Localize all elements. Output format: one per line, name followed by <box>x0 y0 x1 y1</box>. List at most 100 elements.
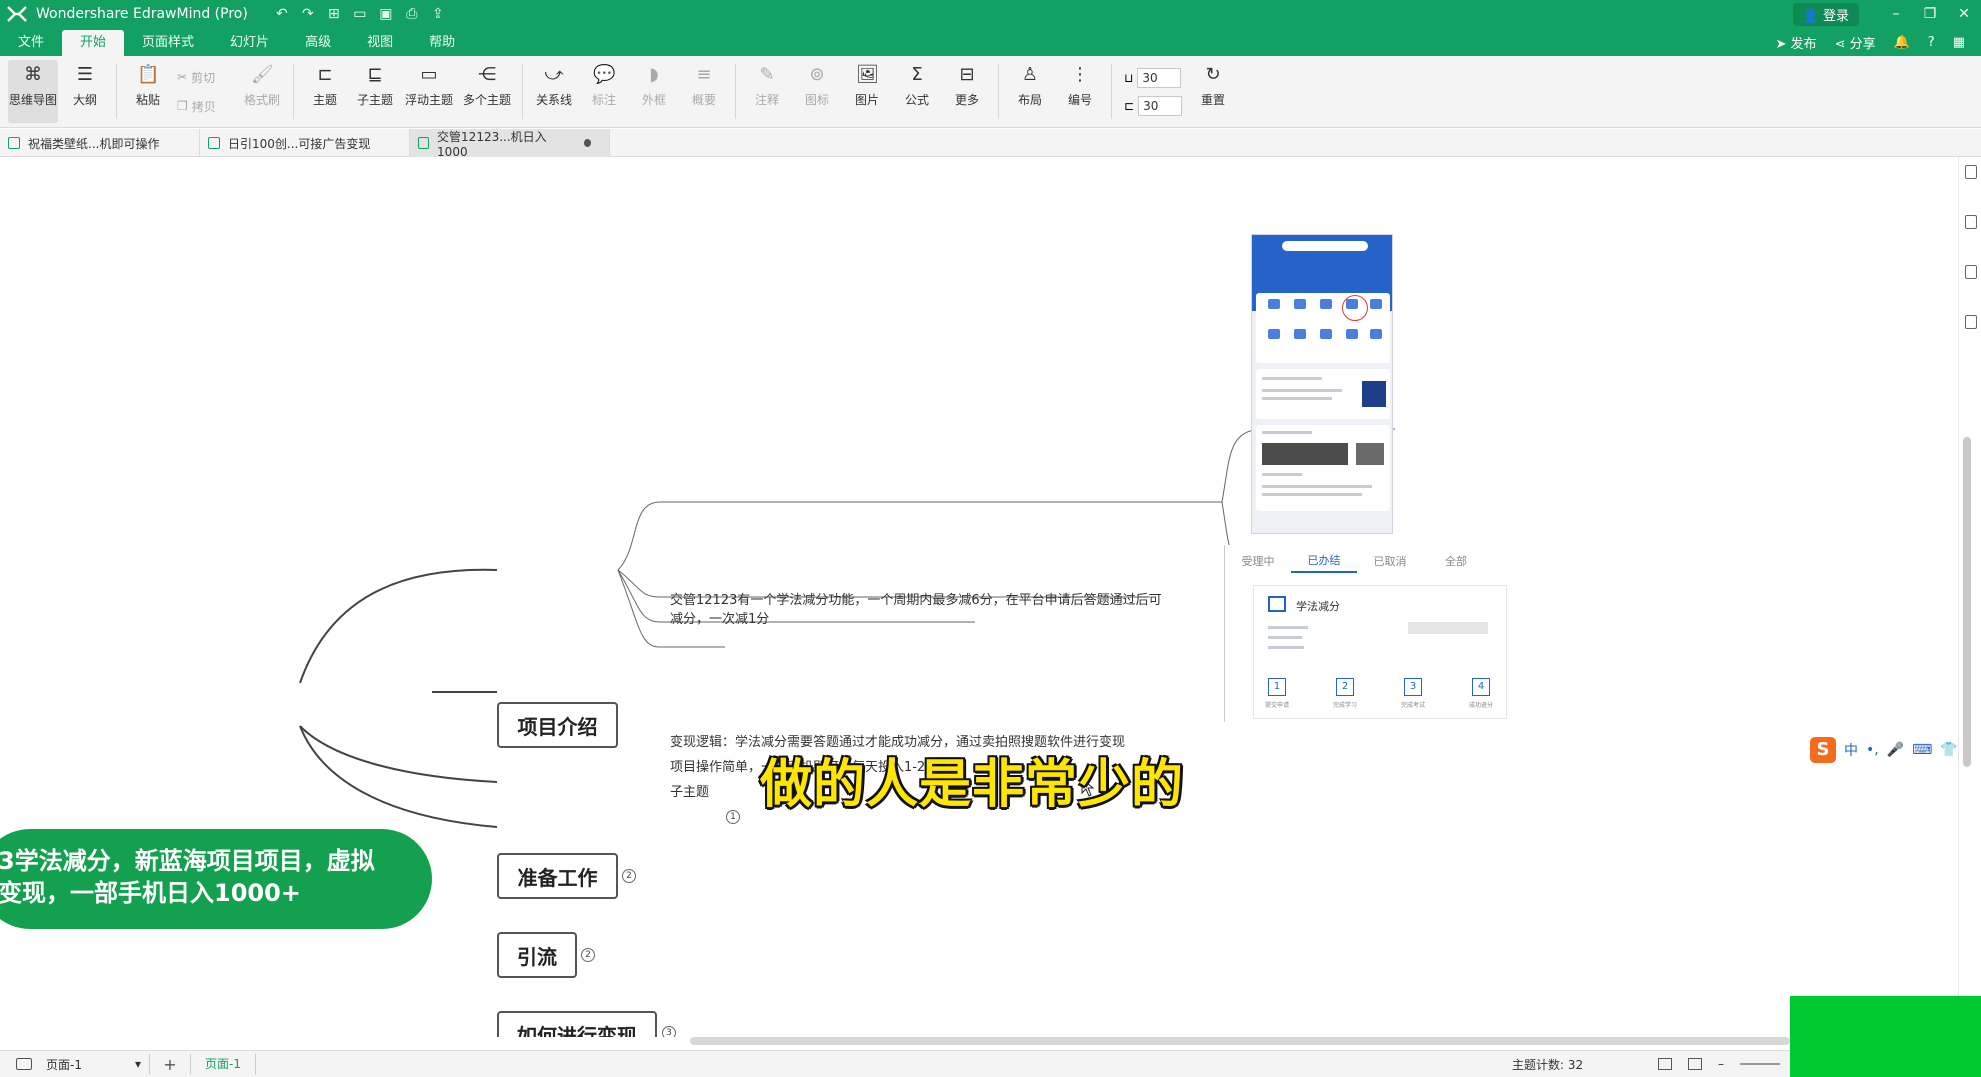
save-icon[interactable]: ▣ <box>378 6 394 22</box>
menu-tab-file[interactable]: 文件 <box>0 30 62 56</box>
subtopic-intro-description[interactable]: 交管12123有一个学法减分功能，一个周期内最多减6分，在平台申请后答题通过后可… <box>670 591 1210 629</box>
topic-traffic[interactable]: 引流 <box>497 932 577 978</box>
maximize-button[interactable]: ❐ <box>1913 6 1947 22</box>
boundary-button[interactable]: ◗ 外框 <box>629 56 679 127</box>
minimize-button[interactable]: – <box>1879 6 1913 22</box>
note-label: 注释 <box>754 93 779 107</box>
help-icon[interactable]: ? <box>1928 35 1935 50</box>
app-panel-screenshot-image[interactable]: 受理中 已办结 已取消 全部 学法减分 1 2 3 4 提交申请 完成学习 完成… <box>1224 545 1514 722</box>
bell-icon[interactable]: 🔔 <box>1894 35 1910 50</box>
zoom-slider[interactable] <box>1740 1063 1780 1065</box>
collapse-count-badge[interactable]: 2 <box>622 869 636 883</box>
service-icon <box>1370 299 1382 309</box>
central-topic[interactable]: 3学法减分，新蓝海项目项目，虚拟 变现，一部手机日入1000+ <box>0 829 432 929</box>
login-button[interactable]: 👤 登录 <box>1792 2 1859 26</box>
keyboard-icon[interactable]: ⌨ <box>1912 742 1932 758</box>
add-page-button[interactable]: + <box>150 1055 190 1074</box>
menu-tab-help[interactable]: 帮助 <box>411 30 473 56</box>
skin-icon[interactable]: 👕 <box>1940 742 1957 758</box>
subtopic-placeholder[interactable]: 子主题 <box>670 783 709 802</box>
export-icon[interactable]: ⇪ <box>430 6 446 22</box>
menu-tab-advanced[interactable]: 高级 <box>287 30 349 56</box>
outline-panel-icon[interactable] <box>1965 265 1977 279</box>
paste-button[interactable]: 📋 粘贴 <box>123 56 173 127</box>
vertical-spacing-input[interactable]: 30 <box>1138 95 1183 116</box>
ime-toolbar[interactable]: S 中 •, 🎤 ⌨ 👕 <box>1810 736 1960 764</box>
topic-preparation[interactable]: 准备工作 <box>497 853 618 899</box>
punctuation-icon[interactable]: •, <box>1866 742 1879 758</box>
clipboard-icon: 📋 <box>137 64 160 85</box>
share-button[interactable]: ⋖ 分享 <box>1835 33 1876 52</box>
page-tab[interactable]: 页面-1 <box>190 1054 256 1074</box>
reset-button[interactable]: ↻ 重置 <box>1188 56 1238 127</box>
panel-toggle-icon[interactable] <box>1965 165 1977 179</box>
ime-mode-label[interactable]: 中 <box>1844 740 1858 760</box>
menu-tab-slides[interactable]: 幻灯片 <box>212 30 287 56</box>
multiple-topics-label: 多个主题 <box>462 93 511 107</box>
new-file-icon[interactable]: ⊞ <box>326 6 342 22</box>
open-folder-icon[interactable]: ▭ <box>352 6 368 22</box>
doc-tab-2[interactable]: 日引100创...可接广告变现 <box>200 129 410 157</box>
ribbon-divider <box>998 64 999 119</box>
page-selector[interactable]: 页面-1 ▾ <box>40 1054 150 1074</box>
collapse-count-badge[interactable]: 2 <box>581 948 595 962</box>
publish-button[interactable]: ➤ 发布 <box>1776 33 1817 52</box>
callout-button[interactable]: 💬 标注 <box>579 56 629 127</box>
layout-button[interactable]: ♙ 布局 <box>1005 56 1055 127</box>
picture-button[interactable]: 🖼 图片 <box>842 56 892 127</box>
formula-button[interactable]: Σ 公式 <box>892 56 942 127</box>
horizontal-scrollbar[interactable] <box>690 1037 1790 1045</box>
mindmap-file-icon <box>208 137 220 149</box>
topic-button[interactable]: ⊏ 主题 <box>300 56 350 127</box>
icon-button[interactable]: ⊚ 图标 <box>792 56 842 127</box>
callout-label: 标注 <box>591 93 616 107</box>
service-icon <box>1320 299 1332 309</box>
unsaved-dot-icon[interactable] <box>583 139 592 147</box>
mindmap-view-button[interactable]: ⌘ 思维导图 <box>8 60 58 123</box>
ribbon-divider <box>293 64 294 119</box>
cut-button[interactable]: ✂ 剪切 <box>177 69 237 86</box>
service-icon <box>1268 299 1280 309</box>
microphone-icon[interactable]: 🎤 <box>1887 742 1904 758</box>
mindmap-canvas[interactable]: 3学法减分，新蓝海项目项目，虚拟 变现，一部手机日入1000+ 项目介绍 准备工… <box>0 157 1960 1037</box>
format-painter-button[interactable]: 🖌 格式刷 <box>237 56 287 127</box>
multiple-topics-button[interactable]: ⋲ 多个主题 <box>458 56 516 127</box>
menu-tab-start[interactable]: 开始 <box>62 30 125 56</box>
topic-monetize[interactable]: 如何进行变现 <box>497 1011 657 1037</box>
doc-tab-3[interactable]: 交管12123...机日入1000 <box>410 129 610 159</box>
relationship-button[interactable]: ⤻ 关系线 <box>529 56 579 127</box>
menu-tab-page-style[interactable]: 页面样式 <box>124 30 212 56</box>
numbering-button[interactable]: ⋮ 编号 <box>1055 56 1105 127</box>
history-panel-icon[interactable] <box>1965 315 1977 329</box>
floating-topic-button[interactable]: ▭ 浮动主题 <box>400 56 458 127</box>
text-line <box>1262 389 1342 392</box>
topic-project-intro[interactable]: 项目介绍 <box>497 702 618 748</box>
photo-strip <box>1262 443 1348 465</box>
format-panel-icon[interactable] <box>1965 215 1977 229</box>
summary-button[interactable]: ≡ 概要 <box>679 56 729 127</box>
grid-icon[interactable]: ▦ <box>1953 35 1965 50</box>
undo-icon[interactable]: ↶ <box>274 6 290 22</box>
green-overlay-block <box>1790 996 1981 1077</box>
note-button[interactable]: ✎ 注释 <box>742 56 792 127</box>
redo-icon[interactable]: ↷ <box>300 6 316 22</box>
reset-label: 重置 <box>1201 93 1226 107</box>
copy-button[interactable]: ❐ 拷贝 <box>177 98 237 115</box>
fullscreen-icon[interactable] <box>1688 1058 1702 1070</box>
close-button[interactable]: ✕ <box>1947 6 1981 22</box>
fit-page-icon[interactable] <box>1658 1058 1672 1070</box>
vertical-scrollbar[interactable] <box>1963 437 1971 767</box>
doc-tab-1[interactable]: 祝福类壁纸...机即可操作 <box>0 129 200 157</box>
horizontal-spacing-input[interactable]: 30 <box>1137 67 1182 88</box>
more-button[interactable]: ⊟ 更多 <box>942 56 992 127</box>
subtopic-button[interactable]: ⊑ 子主题 <box>350 56 400 127</box>
zoom-out-icon[interactable]: – <box>1718 1057 1724 1071</box>
more-icon: ⊟ <box>959 64 975 85</box>
page-panel-icon[interactable] <box>16 1058 32 1070</box>
collapse-count-badge[interactable]: 3 <box>662 1026 676 1037</box>
collapse-count-badge[interactable]: 1 <box>726 810 740 824</box>
outline-view-button[interactable]: ☰ 大纲 <box>60 56 110 127</box>
print-icon[interactable]: ⎙ <box>404 6 420 22</box>
menu-tab-view[interactable]: 视图 <box>349 30 411 56</box>
phone-screenshot-image[interactable] <box>1251 234 1393 534</box>
